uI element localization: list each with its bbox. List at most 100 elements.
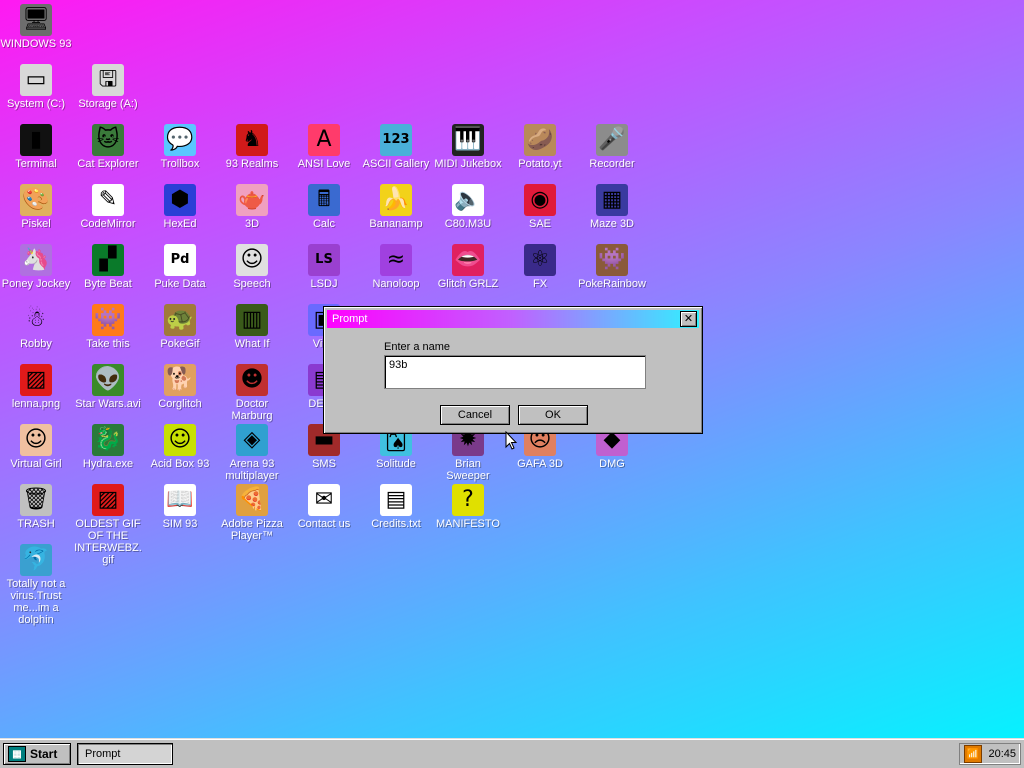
desktop-icon-c80-m3u[interactable]: 🔈 C80.M3U	[432, 184, 504, 230]
desktop-icon-label: GAFA 3D	[517, 458, 563, 470]
desktop-icon-contact-us[interactable]: ✉ Contact us	[288, 484, 360, 530]
desktop-icon-what-if[interactable]: ▥ What If	[216, 304, 288, 350]
desktop-icon-piskel[interactable]: 🎨 Piskel	[0, 184, 72, 230]
desktop-icon-oldest-gif[interactable]: ▨ OLDEST GIF OF THE INTERWEBZ.gif	[72, 484, 144, 566]
star-wars-avi-icon: 👽	[92, 364, 124, 396]
desktop-icon-bananamp[interactable]: 🍌 Bananamp	[360, 184, 432, 230]
desktop-icon-label: Adobe Pizza Player™	[221, 518, 283, 542]
desktop-icon-label: SMS	[312, 458, 336, 470]
fx-icon: ⚛	[524, 244, 556, 276]
desktop-icon-speech[interactable]: ☺ Speech	[216, 244, 288, 290]
desktop-icon-sae[interactable]: ◉ SAE	[504, 184, 576, 230]
name-input[interactable]	[384, 355, 646, 389]
start-label: Start	[30, 747, 58, 761]
desktop-icon-adobe-pizza[interactable]: 🍕 Adobe Pizza Player™	[216, 484, 288, 542]
dialog-close-button[interactable]: ✕	[680, 311, 697, 327]
desktop-icon-codemirror[interactable]: ✎ CodeMirror	[72, 184, 144, 230]
desktop-icon-label: What If	[234, 338, 270, 350]
desktop-icon-terminal[interactable]: ▮ Terminal	[0, 124, 72, 170]
codemirror-icon: ✎	[92, 184, 124, 216]
ok-button[interactable]: OK	[518, 405, 588, 425]
desktop-icon-storage-a[interactable]: 🖫 Storage (A:)	[72, 64, 144, 110]
3d-icon: 🫖	[236, 184, 268, 216]
desktop-icon-label: Potato.yt	[518, 158, 562, 170]
desktop-icon-label: 93 Realms	[225, 158, 279, 170]
virtual-girl-icon: ☺	[20, 424, 52, 456]
desktop-icon-sim-93[interactable]: 📖 SIM 93	[144, 484, 216, 530]
desktop-icon-label: Calc	[312, 218, 335, 230]
desktop-icon-ansi-love[interactable]: A ANSI Love	[288, 124, 360, 170]
desktop-icon-label: Robby	[20, 338, 52, 350]
byte-beat-icon: ▞	[92, 244, 124, 276]
desktop-icon-nanoloop[interactable]: ≈ Nanoloop	[360, 244, 432, 290]
glitch-grlz-icon: 👄	[452, 244, 484, 276]
desktop-icon-puke-data[interactable]: Pd Puke Data	[144, 244, 216, 290]
desktop-icon-hydra-exe[interactable]: 🐉 Hydra.exe	[72, 424, 144, 470]
desktop-icon-credits-txt[interactable]: ▤ Credits.txt	[360, 484, 432, 530]
rss-icon[interactable]: 📶	[964, 745, 982, 763]
desktop-icon-windows93[interactable]: 🖥 WINDOWS 93	[0, 4, 72, 50]
desktop-icon-label: Glitch GRLZ	[437, 278, 499, 290]
desktop-icon-calc[interactable]: 🖩 Calc	[288, 184, 360, 230]
dolphin-icon: 🐬	[20, 544, 52, 576]
desktop-icon-lenna-png[interactable]: ▨ lenna.png	[0, 364, 72, 410]
desktop-icon-system-c[interactable]: ▭ System (C:)	[0, 64, 72, 110]
desktop-icon-label: lenna.png	[11, 398, 61, 410]
desktop-icon-fx[interactable]: ⚛ FX	[504, 244, 576, 290]
dialog-title: Prompt	[332, 313, 368, 325]
desktop-icon-label: Arena 93 multiplayer	[225, 458, 279, 482]
desktop-icon-dolphin[interactable]: 🐬 Totally not a virus.Trust me...im a dol…	[0, 544, 72, 626]
start-button[interactable]: ▦ Start	[3, 743, 71, 765]
sae-icon: ◉	[524, 184, 556, 216]
sim-93-icon: 📖	[164, 484, 196, 516]
desktop-icon-take-this[interactable]: 👾 Take this	[72, 304, 144, 350]
desktop-icon-label: Puke Data	[154, 278, 206, 290]
cancel-button[interactable]: Cancel	[440, 405, 510, 425]
poney-jockey-icon: 🦄	[20, 244, 52, 276]
desktop-icon-virtual-girl[interactable]: ☺ Virtual Girl	[0, 424, 72, 470]
desktop-icon-trash[interactable]: 🗑 TRASH	[0, 484, 72, 530]
desktop-icon-recorder[interactable]: 🎤 Recorder	[576, 124, 648, 170]
desktop-icon-hexed[interactable]: ⬢ HexEd	[144, 184, 216, 230]
terminal-icon: ▮	[20, 124, 52, 156]
midi-jukebox-icon: 🎹	[452, 124, 484, 156]
desktop-icon-byte-beat[interactable]: ▞ Byte Beat	[72, 244, 144, 290]
what-if-icon: ▥	[236, 304, 268, 336]
desktop-icon-label: Take this	[86, 338, 130, 350]
desktop-icon-3d[interactable]: 🫖 3D	[216, 184, 288, 230]
desktop-icon-label: DMG	[599, 458, 625, 470]
desktop-icon-93-realms[interactable]: ♞ 93 Realms	[216, 124, 288, 170]
desktop-icon-cat-explorer[interactable]: 🐱 Cat Explorer	[72, 124, 144, 170]
desktop-icon-manifesto[interactable]: ? MANIFESTO	[432, 484, 504, 530]
desktop-icon-pokerainbow[interactable]: 👾 PokeRainbow	[576, 244, 648, 290]
desktop-icon-potato-yt[interactable]: 🥔 Potato.yt	[504, 124, 576, 170]
clock: 20:45	[988, 748, 1016, 760]
desktop-icon-label: Doctor Marburg	[231, 398, 273, 422]
desktop-icon-label: PokeRainbow	[578, 278, 646, 290]
desktop-icon-robby[interactable]: ☃ Robby	[0, 304, 72, 350]
desktop-icon-glitch-grlz[interactable]: 👄 Glitch GRLZ	[432, 244, 504, 290]
desktop-icon-label: TRASH	[17, 518, 55, 530]
desktop-icon-label: ANSI Love	[297, 158, 351, 170]
desktop-icon-trollbox[interactable]: 💬 Trollbox	[144, 124, 216, 170]
desktop-icon-lsdj[interactable]: LS LSDJ	[288, 244, 360, 290]
desktop-icon-arena-93[interactable]: ◈ Arena 93 multiplayer	[216, 424, 288, 482]
desktop-icon-label: Corglitch	[158, 398, 202, 410]
desktop-icon-ascii-gallery[interactable]: 123 ASCII Gallery	[360, 124, 432, 170]
taskbar-item-prompt[interactable]: Prompt	[77, 743, 173, 765]
dialog-titlebar[interactable]: Prompt ✕	[327, 310, 699, 328]
desktop-icon-acid-box-93[interactable]: ☺ Acid Box 93	[144, 424, 216, 470]
desktop-icon-label: PokeGif	[160, 338, 200, 350]
desktop-icon-poney-jockey[interactable]: 🦄 Poney Jockey	[0, 244, 72, 290]
credits-txt-icon: ▤	[380, 484, 412, 516]
pokegif-icon: 🐢	[164, 304, 196, 336]
desktop-icon-label: C80.M3U	[444, 218, 492, 230]
desktop-icon-maze-3d[interactable]: ▦ Maze 3D	[576, 184, 648, 230]
93-realms-icon: ♞	[236, 124, 268, 156]
desktop-icon-star-wars-avi[interactable]: 👽 Star Wars.avi	[72, 364, 144, 410]
desktop-icon-pokegif[interactable]: 🐢 PokeGif	[144, 304, 216, 350]
desktop-icon-midi-jukebox[interactable]: 🎹 MIDI Jukebox	[432, 124, 504, 170]
acid-box-93-icon: ☺	[164, 424, 196, 456]
desktop-icon-doctor-marburg[interactable]: ☻ Doctor Marburg	[216, 364, 288, 422]
desktop-icon-corglitch[interactable]: 🐕 Corglitch	[144, 364, 216, 410]
